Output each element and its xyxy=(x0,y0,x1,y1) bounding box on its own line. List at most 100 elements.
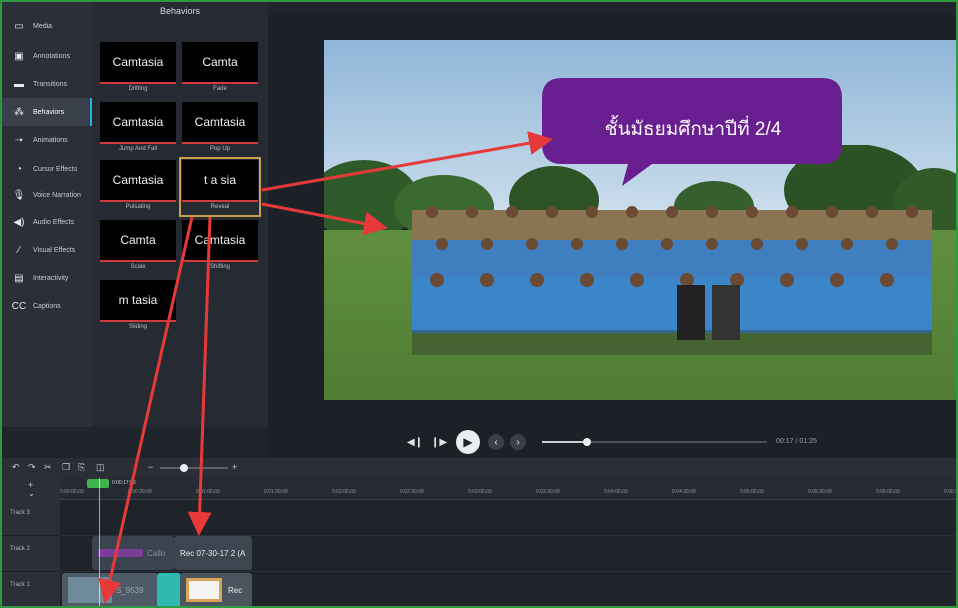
animations-icon: ➝ xyxy=(14,134,24,146)
tool-annotations[interactable]: ▣ Annotations xyxy=(2,42,92,70)
tool-cursor-effects[interactable]: ◔ Cursor Effects xyxy=(2,155,92,183)
zoom-in-icon[interactable]: + xyxy=(232,462,237,472)
ruler-tick: 0:03:00;00 xyxy=(468,489,492,495)
redo-icon[interactable]: ↷ xyxy=(28,462,36,473)
behavior-label: Reveal xyxy=(210,204,230,210)
timecode: 00:17 / 01:25 xyxy=(776,438,817,445)
undo-icon[interactable]: ↶ xyxy=(12,462,20,473)
ruler-tick: 0:06:00;00 xyxy=(876,489,900,495)
behavior-tile-jump-and-fall[interactable]: Camtasia Jump And Fall xyxy=(100,102,176,156)
scrubber-track[interactable] xyxy=(542,438,767,446)
ruler-tick: 0:00:30;00 xyxy=(128,489,152,495)
behavior-tile-pulsating[interactable]: Camtasia Pulsating xyxy=(100,160,176,214)
clip-label: Rec 07-30-17 2 (A xyxy=(180,548,246,558)
playhead[interactable] xyxy=(87,479,109,488)
recording-clip-track2[interactable]: Rec 07-30-17 2 (A xyxy=(174,536,252,570)
tool-animations[interactable]: ➝ Animations xyxy=(2,126,92,154)
track-lane-3[interactable] xyxy=(60,500,956,536)
split-icon[interactable]: ◫ xyxy=(96,462,105,473)
ruler-tick: 0:03:30;00 xyxy=(536,489,560,495)
cut-icon[interactable]: ✂ xyxy=(44,462,52,473)
timeline-ruler[interactable]: 0:00:00;00 0:00:30;00 0:01:00;00 0:01:30;00… xyxy=(60,478,958,500)
track-header-3[interactable]: Track 3 xyxy=(2,500,60,536)
tool-label: Voice Narration xyxy=(33,191,81,199)
zoom-slider[interactable] xyxy=(160,464,228,472)
timeline-corner: + ⌄ xyxy=(2,478,60,500)
tool-label: Cursor Effects xyxy=(33,165,78,173)
behavior-bar xyxy=(98,549,143,557)
recording-clip-track1[interactable]: Rec xyxy=(180,573,252,606)
video-canvas[interactable]: ชั้นมัธยมศึกษาปีที่ 2/4 xyxy=(324,40,956,400)
tool-visual-effects[interactable]: ⁄ Visual Effects xyxy=(2,236,92,264)
clip-thumbnail xyxy=(68,577,112,603)
annotations-icon: ▣ xyxy=(14,50,24,62)
previous-marker-icon[interactable]: ‹ xyxy=(488,434,504,450)
behavior-label: Drifting xyxy=(128,86,148,92)
paste-icon[interactable]: ⎘ xyxy=(78,462,85,473)
timeline-toolbar: ↶ ↷ ✂ ❐ ⎘ ◫ − + xyxy=(2,458,956,478)
transition-clip[interactable] xyxy=(157,573,181,606)
behavior-tile-fade[interactable]: Camta Fade xyxy=(182,42,258,96)
clip-label: Callo xyxy=(147,548,166,558)
track-header-2[interactable]: Track 2 xyxy=(2,536,60,572)
step-back-icon[interactable]: ◀❙ xyxy=(407,434,423,450)
next-marker-icon[interactable]: › xyxy=(510,434,526,450)
behavior-tile-drifting[interactable]: Camtasia Drifting xyxy=(100,42,176,96)
behavior-tile-pop-up[interactable]: Camtasia Pop Up xyxy=(182,102,258,156)
ruler-tick: 0:01:00;00 xyxy=(196,489,220,495)
ruler-tick: 0:02:00;00 xyxy=(332,489,356,495)
cc-icon: CC xyxy=(11,300,27,312)
tool-voice-narration[interactable]: 🎙 Voice Narration xyxy=(2,181,92,209)
tool-label: Visual Effects xyxy=(33,246,76,254)
behaviors-panel: Behaviors Camtasia Drifting Camta Fade Camta… xyxy=(92,2,268,427)
tool-captions[interactable]: CC Captions xyxy=(2,292,92,320)
copy-icon[interactable]: ❐ xyxy=(62,462,70,473)
behavior-tile-sliding[interactable]: m tasia Sliding xyxy=(100,280,176,334)
behavior-label: Scale xyxy=(130,264,146,270)
behaviors-title: Behaviors xyxy=(159,6,201,16)
behavior-tile-scale[interactable]: Camta Scale xyxy=(100,220,176,274)
speaker-icon: ◀) xyxy=(13,216,25,228)
callout-clip[interactable]: Callo xyxy=(92,536,174,570)
tool-label: Interactivity xyxy=(33,274,69,282)
behavior-label: Jump And Fall xyxy=(118,146,158,152)
tool-behaviors[interactable]: ⁂ Behaviors xyxy=(2,98,92,126)
tool-transitions[interactable]: ▬ Transitions xyxy=(2,70,92,98)
behavior-preview: Camtasia xyxy=(100,102,176,144)
tool-media[interactable]: ▭ Media xyxy=(2,12,92,40)
image-clip-track1[interactable]: S_9539 xyxy=(62,573,158,606)
scrubber-handle[interactable] xyxy=(583,438,591,446)
behavior-preview: Camtasia xyxy=(182,220,258,262)
photo-group xyxy=(412,206,932,355)
step-forward-icon[interactable]: ❙▶ xyxy=(431,434,447,450)
callout-text[interactable]: ชั้นมัธยมศึกษาปีที่ 2/4 xyxy=(550,114,836,144)
tool-label: Animations xyxy=(33,136,68,144)
media-icon: ▭ xyxy=(14,20,24,32)
tool-interactivity[interactable]: ▤ Interactivity xyxy=(2,264,92,292)
track-name: Track 1 xyxy=(10,582,30,588)
cursor-icon: ◔ xyxy=(15,163,23,175)
behavior-label: Shifting xyxy=(209,264,230,270)
track-header-1[interactable]: Track 1 xyxy=(2,572,60,606)
zoom-slider-handle[interactable] xyxy=(180,464,188,472)
chevron-down-icon[interactable]: ⌄ xyxy=(28,489,35,498)
behavior-preview: Camtasia xyxy=(100,160,176,202)
tool-label: Captions xyxy=(33,302,61,310)
tool-audio-effects[interactable]: ◀) Audio Effects xyxy=(2,208,92,236)
interactivity-icon: ▤ xyxy=(14,272,24,284)
tools-panel: ▭ Media ▣ Annotations ▬ Transitions ⁂ Behaviors… xyxy=(2,2,92,427)
ruler-tick: 0:00:00;00 xyxy=(60,489,84,495)
play-button[interactable]: ▶ xyxy=(456,430,480,454)
clip-label: Rec xyxy=(228,585,243,595)
ruler-tick: 0:05:00;00 xyxy=(740,489,764,495)
playhead-time: 0:00:17;08 xyxy=(112,480,136,486)
behavior-label: Pop Up xyxy=(209,146,230,152)
behavior-preview: Camta xyxy=(182,42,258,84)
ruler-tick: 0:05:30;00 xyxy=(808,489,832,495)
behavior-tile-shifting[interactable]: Camtasia Shifting xyxy=(182,220,258,274)
behavior-tile-reveal[interactable]: t a sia Reveal xyxy=(179,157,261,217)
zoom-out-icon[interactable]: − xyxy=(148,462,153,472)
track-name: Track 3 xyxy=(10,510,30,516)
ruler-tick: 0:06:30 xyxy=(944,489,958,495)
scrubber-fill xyxy=(542,441,587,443)
